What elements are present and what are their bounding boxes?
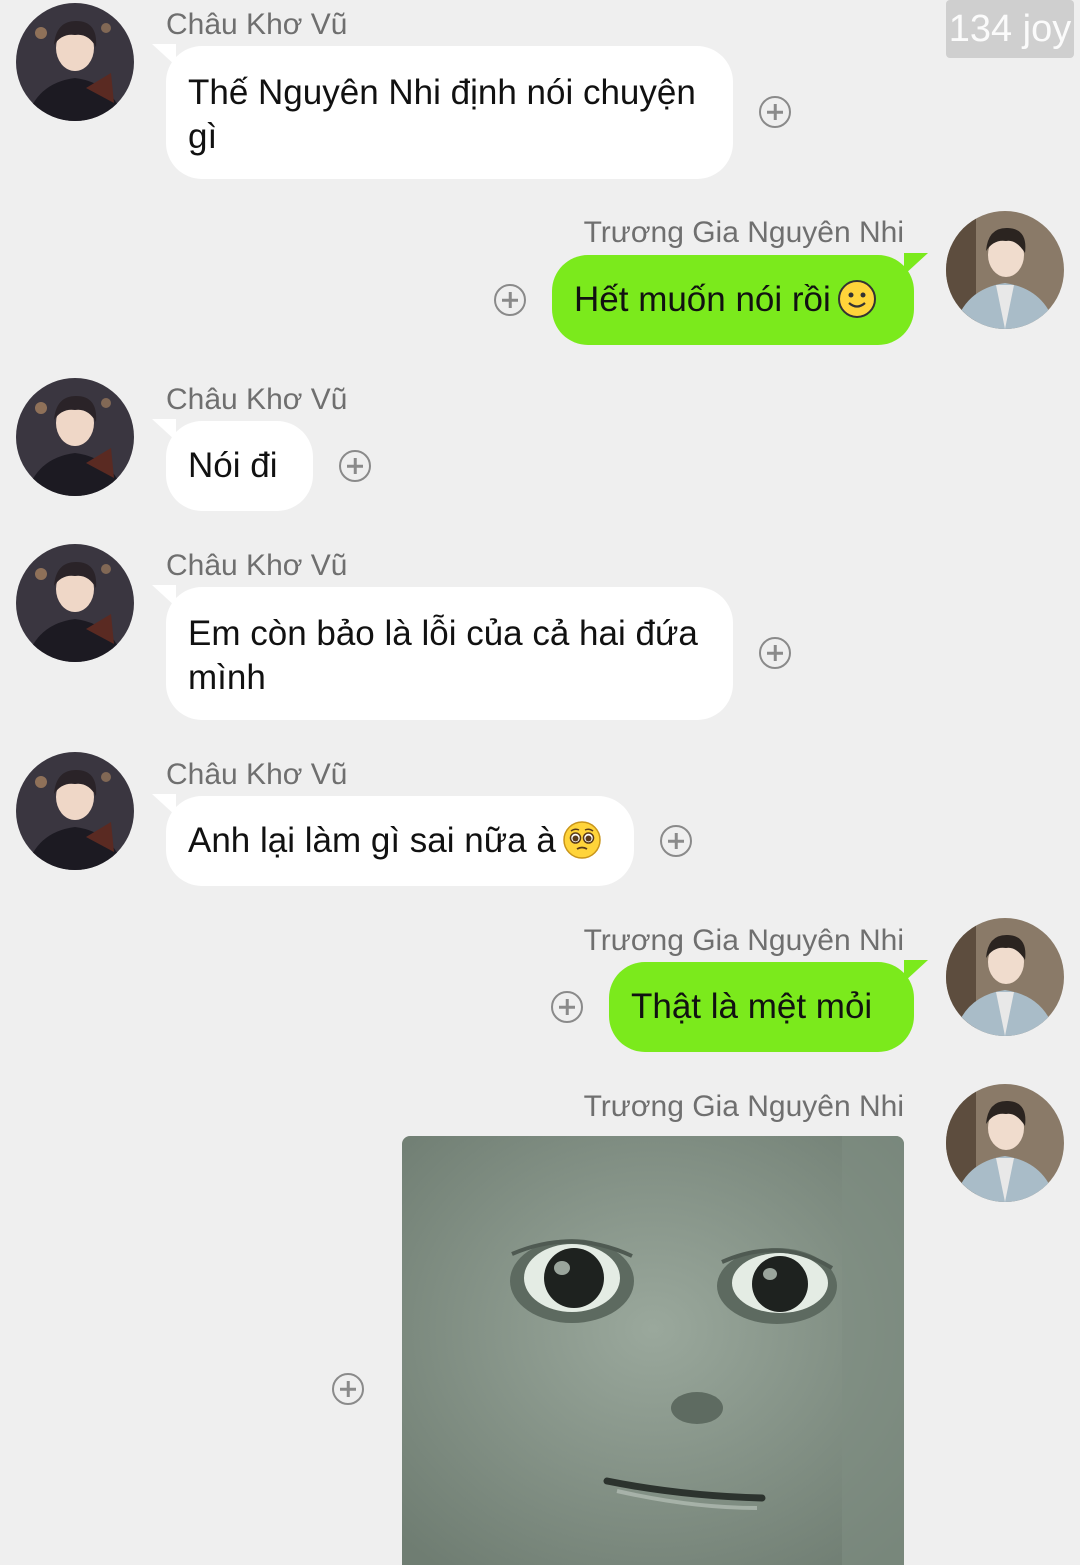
avatar-truong-gia-nguyen-nhi[interactable]: [946, 1084, 1064, 1202]
meme-face-sticker-icon: [402, 1136, 904, 1565]
message-bubble-incoming[interactable]: Em còn bảo là lỗi của cả hai đứa mình: [152, 585, 733, 720]
slightly-smiling-face-icon: [837, 280, 876, 318]
sender-name: Châu Khơ Vũ: [166, 549, 348, 582]
add-reaction-icon[interactable]: [759, 96, 791, 128]
sender-name: Châu Khơ Vũ: [166, 8, 348, 41]
avatar-chau-kho-vu[interactable]: [16, 378, 134, 496]
pleading-face-icon: [563, 821, 601, 859]
sender-name: Trương Gia Nguyên Nhi: [583, 1090, 904, 1123]
add-reaction-icon[interactable]: [494, 284, 526, 316]
avatar-chau-kho-vu[interactable]: [16, 544, 134, 662]
profile-photo-light-suit-icon: [946, 1084, 1064, 1202]
message-bubble-outgoing[interactable]: Thật là mệt mỏi: [609, 960, 928, 1052]
avatar-truong-gia-nguyen-nhi[interactable]: [946, 918, 1064, 1036]
sender-name: Trương Gia Nguyên Nhi: [583, 924, 904, 957]
watermark-label: 134 joy: [946, 0, 1074, 58]
profile-photo-dark-outfit-icon: [16, 544, 134, 662]
message-text: Thật là mệt mỏi: [631, 987, 873, 1026]
sender-name: Châu Khơ Vũ: [166, 383, 348, 416]
message-bubble-outgoing[interactable]: Hết muốn nói rồi: [552, 253, 928, 345]
message-text: Thế Nguyên Nhi định nói chuyện gì: [188, 73, 696, 156]
add-reaction-icon[interactable]: [332, 1373, 364, 1405]
add-reaction-icon[interactable]: [759, 637, 791, 669]
add-reaction-icon[interactable]: [339, 450, 371, 482]
profile-photo-dark-outfit-icon: [16, 3, 134, 121]
add-reaction-icon[interactable]: [551, 991, 583, 1023]
message-text: Nói đi: [188, 446, 278, 485]
message-text: Em còn bảo là lỗi của cả hai đứa mình: [188, 614, 698, 697]
profile-photo-dark-outfit-icon: [16, 378, 134, 496]
meme-image-message[interactable]: [402, 1136, 904, 1565]
avatar-chau-kho-vu[interactable]: [16, 752, 134, 870]
message-text: Anh lại làm gì sai nữa à: [188, 821, 556, 860]
add-reaction-icon[interactable]: [660, 825, 692, 857]
profile-photo-light-suit-icon: [946, 918, 1064, 1036]
message-text: Hết muốn nói rồi: [574, 280, 831, 319]
avatar-chau-kho-vu[interactable]: [16, 3, 134, 121]
avatar-truong-gia-nguyen-nhi[interactable]: [946, 211, 1064, 329]
sender-name: Trương Gia Nguyên Nhi: [583, 216, 904, 249]
profile-photo-light-suit-icon: [946, 211, 1064, 329]
message-bubble-incoming[interactable]: Thế Nguyên Nhi định nói chuyện gì: [152, 44, 733, 179]
sender-name: Châu Khơ Vũ: [166, 758, 348, 791]
message-bubble-incoming[interactable]: Nói đi: [152, 419, 313, 511]
profile-photo-dark-outfit-icon: [16, 752, 134, 870]
message-bubble-incoming[interactable]: Anh lại làm gì sai nữa à: [152, 794, 634, 886]
